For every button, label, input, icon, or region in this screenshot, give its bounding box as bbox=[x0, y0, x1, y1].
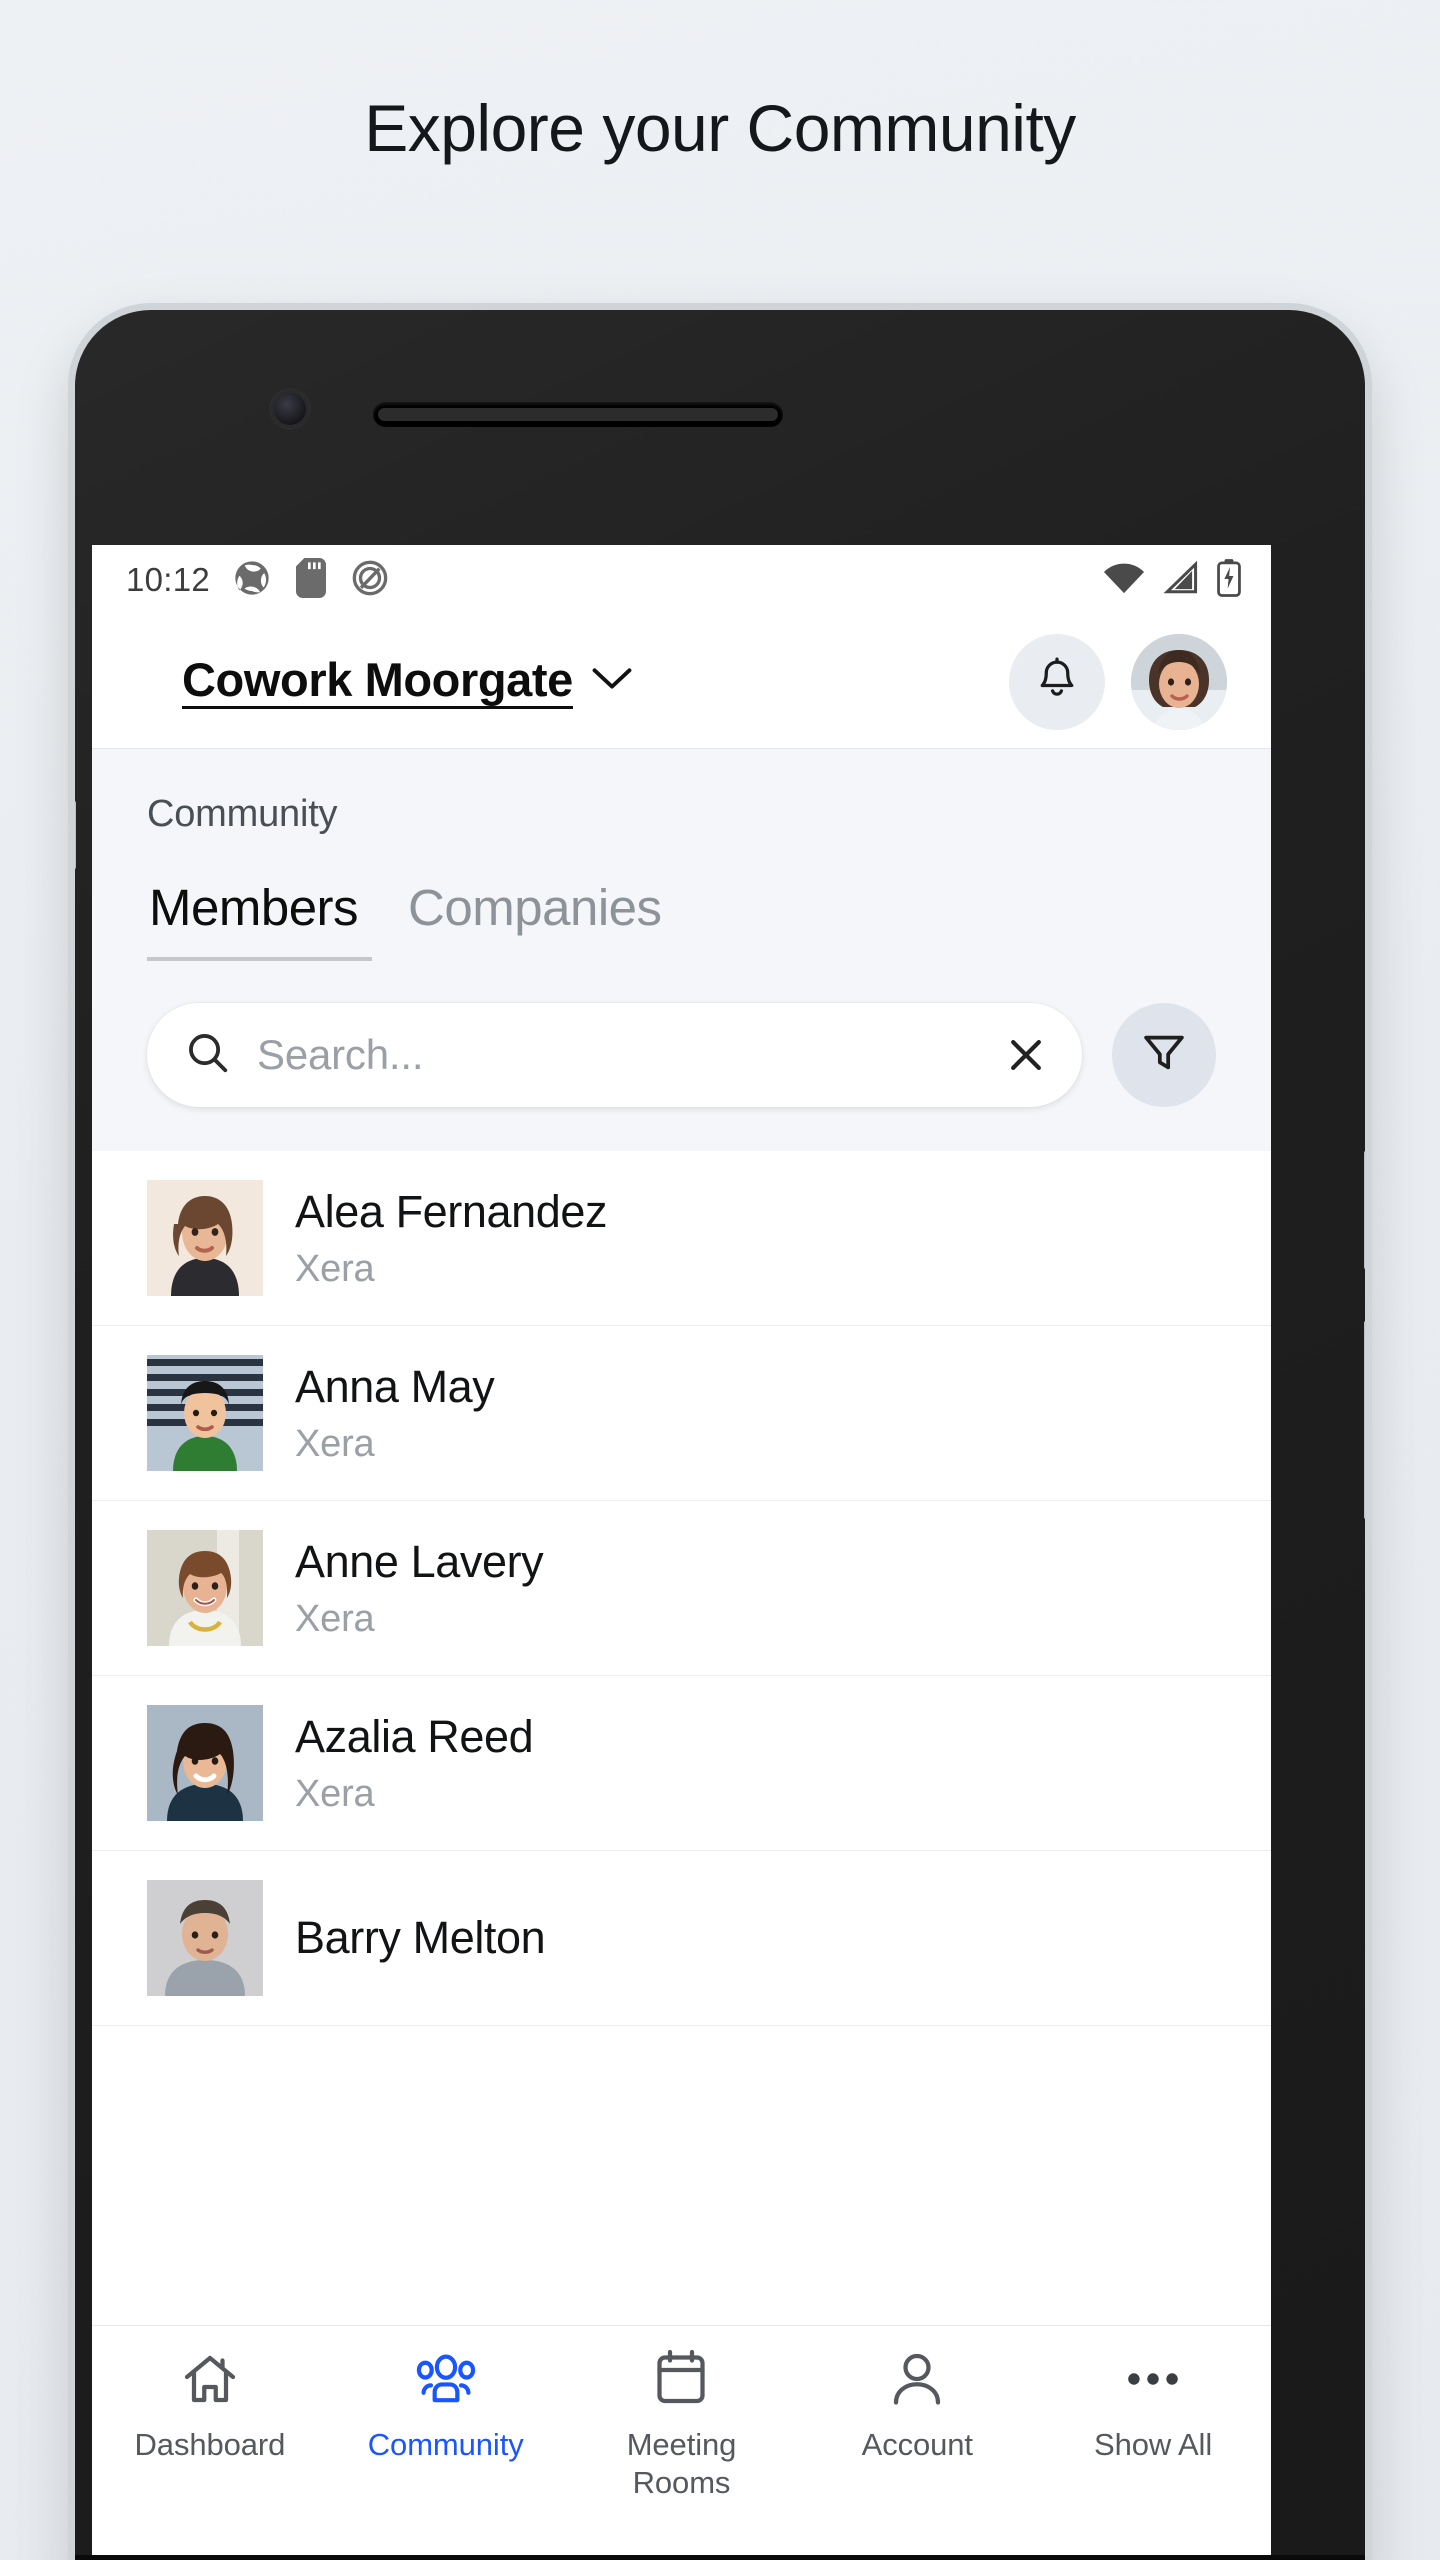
avatar[interactable] bbox=[1131, 633, 1227, 730]
filter-icon bbox=[1139, 1028, 1189, 1083]
clear-search-button[interactable] bbox=[1004, 1033, 1048, 1077]
member-name: Alea Fernandez bbox=[295, 1185, 608, 1237]
filter-button[interactable] bbox=[1112, 1003, 1216, 1107]
status-bar-left: 10:12 bbox=[126, 557, 390, 603]
cellular-signal-icon bbox=[1162, 560, 1200, 600]
list-item[interactable]: Anne Lavery Xera bbox=[92, 1501, 1271, 1676]
member-name: Barry Melton bbox=[295, 1912, 546, 1963]
member-company: Xera bbox=[295, 1597, 375, 1640]
search-placeholder: Search... bbox=[257, 1031, 424, 1078]
calendar-icon bbox=[652, 2348, 710, 2410]
front-camera-icon bbox=[271, 390, 309, 428]
do-not-disturb-icon bbox=[350, 558, 390, 603]
search-row: Search... bbox=[92, 961, 1271, 1151]
search-input[interactable]: Search... bbox=[147, 1003, 1082, 1107]
nav-label: Dashboard bbox=[134, 2427, 286, 2462]
sd-card-icon bbox=[294, 557, 328, 603]
bottom-navigation: Dashboard Community Meeting Rooms Accoun… bbox=[92, 2325, 1271, 2555]
nav-item-meeting-rooms[interactable]: Meeting Rooms bbox=[564, 2348, 800, 2502]
member-company: Xera bbox=[295, 1772, 375, 1815]
member-info: Azalia Reed Xera bbox=[295, 1710, 534, 1816]
wifi-icon bbox=[1103, 561, 1145, 600]
site-name-label: Cowork Moorgate bbox=[182, 653, 573, 710]
member-name: Anne Lavery bbox=[295, 1535, 544, 1587]
member-list: Alea Fernandez Xera Anna May Xera Anne L… bbox=[92, 1151, 1271, 2026]
member-info: Anna May Xera bbox=[295, 1360, 495, 1466]
person-icon bbox=[889, 2348, 945, 2410]
nav-label: Show All bbox=[1094, 2427, 1213, 2462]
member-info: Barry Melton bbox=[295, 1912, 546, 1964]
member-avatar bbox=[147, 1880, 263, 1996]
member-avatar bbox=[147, 1530, 263, 1646]
list-item[interactable]: Anna May Xera bbox=[92, 1326, 1271, 1501]
page-title: Explore your Community bbox=[364, 91, 1076, 165]
app-header: Cowork Moorgate bbox=[92, 615, 1271, 749]
nav-item-account[interactable]: Account bbox=[799, 2348, 1035, 2464]
member-name: Anna May bbox=[295, 1360, 495, 1412]
chevron-down-icon bbox=[591, 666, 633, 697]
status-time: 10:12 bbox=[126, 561, 211, 598]
phone-bottom-bezel bbox=[75, 2555, 1365, 2560]
member-info: Alea Fernandez Xera bbox=[295, 1185, 608, 1291]
nav-label: Account bbox=[861, 2427, 973, 2462]
nav-item-dashboard[interactable]: Dashboard bbox=[92, 2348, 328, 2464]
nav-item-community[interactable]: Community bbox=[328, 2348, 564, 2464]
tab-companies[interactable]: Companies bbox=[408, 878, 662, 961]
member-avatar bbox=[147, 1355, 263, 1471]
battery-icon bbox=[1217, 558, 1241, 602]
status-bar: 10:12 bbox=[92, 545, 1271, 615]
nav-label: Community bbox=[367, 2427, 524, 2462]
phone-screen: 10:12 Cowork Moorgate Community Members … bbox=[92, 545, 1271, 2555]
section-label: Community bbox=[147, 793, 338, 835]
home-icon bbox=[180, 2348, 240, 2410]
tab-members[interactable]: Members bbox=[147, 878, 373, 961]
member-info: Anne Lavery Xera bbox=[295, 1535, 544, 1641]
list-item[interactable]: Azalia Reed Xera bbox=[92, 1676, 1271, 1851]
earpiece-speaker bbox=[373, 402, 783, 427]
tab-bar: Members Companies bbox=[92, 836, 1271, 961]
notifications-button[interactable] bbox=[1009, 633, 1105, 730]
member-avatar bbox=[147, 1705, 263, 1821]
sync-icon bbox=[232, 558, 272, 603]
app-header-actions bbox=[1009, 633, 1227, 730]
site-selector[interactable]: Cowork Moorgate bbox=[182, 653, 633, 710]
phone-device-frame: 10:12 Cowork Moorgate Community Members … bbox=[75, 310, 1365, 2560]
bell-icon bbox=[1034, 656, 1080, 707]
volume-button bbox=[1364, 1150, 1365, 1270]
people-icon bbox=[414, 2348, 478, 2410]
side-button-left bbox=[75, 800, 76, 870]
member-company: Xera bbox=[295, 1247, 375, 1290]
nav-item-show-all[interactable]: Show All bbox=[1035, 2348, 1271, 2464]
search-icon bbox=[185, 1030, 231, 1081]
user-avatar-image bbox=[1131, 633, 1227, 730]
nav-label: Meeting Rooms bbox=[626, 2427, 737, 2500]
community-section-header: Community Members Companies Search... bbox=[92, 749, 1271, 1151]
member-name: Azalia Reed bbox=[295, 1710, 534, 1762]
member-avatar bbox=[147, 1180, 263, 1296]
list-item[interactable]: Barry Melton bbox=[92, 1851, 1271, 2026]
ellipsis-icon bbox=[1122, 2348, 1184, 2410]
status-bar-right bbox=[1103, 558, 1241, 602]
list-item[interactable]: Alea Fernandez Xera bbox=[92, 1151, 1271, 1326]
member-company: Xera bbox=[295, 1422, 375, 1465]
power-button bbox=[1364, 1320, 1365, 1520]
